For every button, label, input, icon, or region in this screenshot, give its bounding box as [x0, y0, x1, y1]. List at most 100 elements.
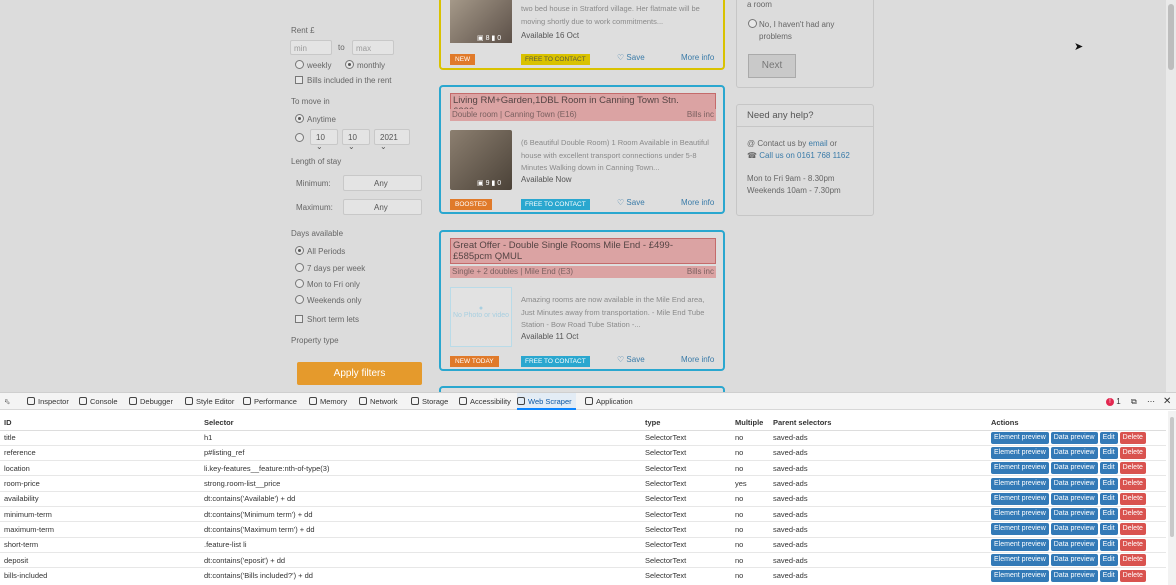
year-select[interactable]: 2021 ⌄ [374, 129, 410, 151]
table-row[interactable]: short-term .feature-list li SelectorText no… [0, 536, 1166, 553]
table-row[interactable]: bills-included dt:contains('Bills include… [0, 567, 1166, 583]
error-indicator[interactable]: ! 1 [1106, 393, 1121, 410]
delete-button[interactable]: Delete [1119, 554, 1146, 567]
tab-inspector[interactable]: Inspector [27, 393, 69, 410]
element-preview-button[interactable]: Element preview [991, 492, 1049, 505]
data-preview-button[interactable]: Data preview [1050, 538, 1098, 551]
save-link[interactable]: ♡ Save [617, 198, 645, 207]
month-select[interactable]: 10 ⌄ [342, 129, 370, 151]
tab-network[interactable]: Network [359, 393, 398, 410]
weekly-radio[interactable] [295, 60, 304, 69]
dock-icon[interactable]: ⧉ [1131, 393, 1137, 410]
listing-card[interactable]: ▣ 8 ▮ 0 two bed house in Stratford villa… [439, 0, 725, 70]
next-button[interactable]: Next [748, 54, 796, 78]
phone-link[interactable]: Call us on 0161 768 1162 [759, 151, 850, 160]
more-info-link[interactable]: More info [681, 198, 714, 207]
tab-storage[interactable]: Storage [411, 393, 448, 410]
table-row[interactable]: title h1 SelectorText no saved-ads Element pr… [0, 429, 1166, 446]
delete-button[interactable]: Delete [1119, 538, 1146, 551]
data-preview-button[interactable]: Data preview [1050, 446, 1098, 459]
edit-button[interactable]: Edit [1099, 554, 1118, 567]
data-preview-button[interactable]: Data preview [1050, 492, 1098, 505]
tab-style-editor[interactable]: Style Editor [185, 393, 234, 410]
seven-days-radio[interactable] [295, 263, 304, 272]
tab-accessibility[interactable]: Accessibility [459, 393, 511, 410]
table-row[interactable]: deposit dt:contains('eposit') + dd Selecto… [0, 551, 1166, 568]
delete-button[interactable]: Delete [1119, 569, 1146, 582]
more-info-link[interactable]: More info [681, 53, 714, 62]
minimum-select[interactable]: Any [343, 175, 422, 191]
tab-console[interactable]: Console [79, 393, 118, 410]
table-scrollbar[interactable] [1168, 411, 1176, 585]
maximum-select[interactable]: Any [343, 199, 422, 215]
table-row[interactable]: maximum-term dt:contains('Maximum term') … [0, 521, 1166, 538]
element-preview-button[interactable]: Element preview [991, 477, 1049, 490]
element-preview-button[interactable]: Element preview [991, 523, 1049, 536]
edit-button[interactable]: Edit [1099, 508, 1118, 521]
tab-performance[interactable]: Performance [243, 393, 297, 410]
data-preview-button[interactable]: Data preview [1050, 462, 1098, 475]
tab-memory[interactable]: Memory [309, 393, 347, 410]
short-term-checkbox[interactable] [295, 315, 303, 323]
edit-button[interactable]: Edit [1099, 462, 1118, 475]
monthly-radio[interactable] [345, 60, 354, 69]
no-problems-radio[interactable] [748, 19, 757, 28]
delete-button[interactable]: Delete [1119, 508, 1146, 521]
delete-button[interactable]: Delete [1119, 462, 1146, 475]
rent-min-input[interactable]: min [290, 40, 332, 55]
day-select[interactable]: 10 ⌄ [310, 129, 338, 151]
delete-button[interactable]: Delete [1119, 492, 1146, 505]
listing-title[interactable]: Great Offer - Double Single Rooms Mile E… [450, 238, 716, 264]
tab-web-scraper[interactable]: Web Scraper [517, 393, 576, 410]
all-periods-radio[interactable] [295, 246, 304, 255]
data-preview-button[interactable]: Data preview [1050, 508, 1098, 521]
delete-button[interactable]: Delete [1119, 446, 1146, 459]
rent-max-input[interactable]: max [352, 40, 394, 55]
element-preview-button[interactable]: Element preview [991, 569, 1049, 582]
table-row[interactable]: reference p#listing_ref SelectorText no save… [0, 444, 1166, 461]
element-preview-button[interactable]: Element preview [991, 431, 1049, 444]
mon-fri-radio[interactable] [295, 279, 304, 288]
element-preview-button[interactable]: Element preview [991, 538, 1049, 551]
tab-debugger[interactable]: Debugger [129, 393, 173, 410]
close-icon[interactable]: ✕ [1163, 393, 1171, 410]
weekends-radio[interactable] [295, 295, 304, 304]
data-preview-button[interactable]: Data preview [1050, 569, 1098, 582]
tab-application[interactable]: Application [585, 393, 633, 410]
data-preview-button[interactable]: Data preview [1050, 523, 1098, 536]
element-preview-button[interactable]: Element preview [991, 462, 1049, 475]
anytime-radio[interactable] [295, 114, 304, 123]
apply-filters-button[interactable]: Apply filters [297, 362, 422, 385]
edit-button[interactable]: Edit [1099, 569, 1118, 582]
listing-card[interactable]: Living RM+Garden,1DBL Room in Canning To… [439, 85, 725, 214]
data-preview-button[interactable]: Data preview [1050, 431, 1098, 444]
save-link[interactable]: ♡ Save [617, 53, 645, 62]
more-options-icon[interactable]: ⋯ [1147, 393, 1155, 410]
edit-button[interactable]: Edit [1099, 538, 1118, 551]
data-preview-button[interactable]: Data preview [1050, 477, 1098, 490]
edit-button[interactable]: Edit [1099, 477, 1118, 490]
edit-button[interactable]: Edit [1099, 431, 1118, 444]
table-row[interactable]: availability dt:contains('Available') + d… [0, 490, 1166, 507]
page-scrollbar[interactable] [1166, 0, 1176, 392]
delete-button[interactable]: Delete [1119, 431, 1146, 444]
element-picker-icon[interactable]: ⬁ [4, 393, 10, 410]
element-preview-button[interactable]: Element preview [991, 554, 1049, 567]
table-row[interactable]: minimum-term dt:contains('Minimum term') … [0, 505, 1166, 522]
element-preview-button[interactable]: Element preview [991, 446, 1049, 459]
delete-button[interactable]: Delete [1119, 477, 1146, 490]
edit-button[interactable]: Edit [1099, 446, 1118, 459]
table-row[interactable]: location li.key-features__feature:nth-of-… [0, 460, 1166, 476]
edit-button[interactable]: Edit [1099, 492, 1118, 505]
data-preview-button[interactable]: Data preview [1050, 554, 1098, 567]
element-preview-button[interactable]: Element preview [991, 508, 1049, 521]
email-link[interactable]: email [809, 139, 828, 148]
date-radio[interactable] [295, 133, 304, 142]
more-info-link[interactable]: More info [681, 355, 714, 364]
table-row[interactable]: room-price strong.room-list__price Selecto… [0, 475, 1166, 492]
listing-card[interactable]: Great Offer - Double Single Rooms Mile E… [439, 230, 725, 371]
delete-button[interactable]: Delete [1119, 523, 1146, 536]
bills-checkbox[interactable] [295, 76, 303, 84]
save-link[interactable]: ♡ Save [617, 355, 645, 364]
edit-button[interactable]: Edit [1099, 523, 1118, 536]
